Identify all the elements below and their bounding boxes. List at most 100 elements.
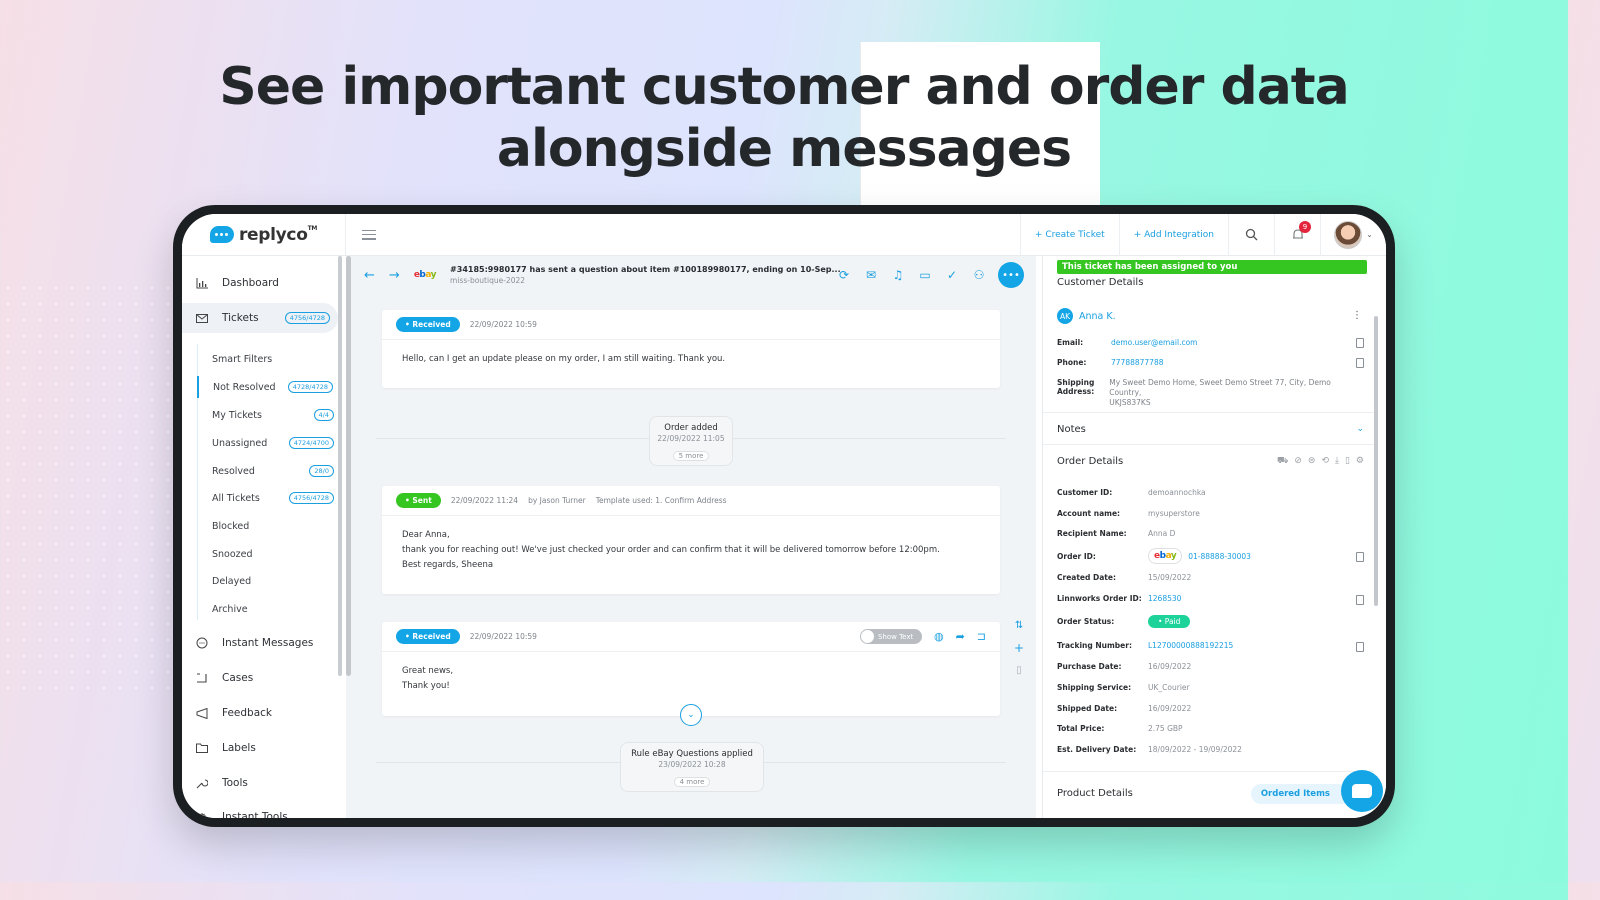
add-integration-button[interactable]: + Add Integration bbox=[1118, 214, 1228, 256]
show-text-toggle[interactable]: Show Text bbox=[859, 629, 922, 644]
logo-tm: TM bbox=[307, 224, 318, 232]
filter-label: All Tickets bbox=[212, 492, 260, 504]
refund-icon[interactable]: ⟲ bbox=[1321, 456, 1329, 467]
field-label: Shipped Date: bbox=[1057, 704, 1118, 713]
order-field: Order ID: ebay 01-88888-30003 bbox=[1057, 548, 1367, 564]
filter-label: Unassigned bbox=[212, 437, 268, 449]
tracking-number-link[interactable]: L12700000888192215 bbox=[1148, 641, 1233, 650]
cancel-order-icon[interactable]: ⊘ bbox=[1294, 456, 1302, 467]
filter-count-badge: 28/0 bbox=[309, 465, 334, 477]
note-icon[interactable]: ▯ bbox=[1016, 665, 1022, 676]
live-chat-button[interactable] bbox=[1341, 770, 1383, 812]
sidebar-item-instant-messages[interactable]: Instant Messages bbox=[182, 628, 338, 658]
sidebar-item-feedback[interactable]: Feedback bbox=[182, 698, 338, 728]
cart-icon[interactable]: ⛟ bbox=[1277, 456, 1288, 467]
delete-icon[interactable]: ▯ bbox=[1345, 456, 1350, 467]
order-field: Account name: mysuperstore bbox=[1057, 509, 1367, 518]
filter-count-badge: 4756/4728 bbox=[288, 492, 334, 504]
download-icon[interactable]: ⤓ bbox=[1335, 456, 1339, 467]
translate-globe-icon[interactable]: ◍ bbox=[934, 630, 944, 643]
sidebar-item-cases[interactable]: Cases bbox=[182, 663, 338, 693]
field-label: Shipping bbox=[1057, 378, 1095, 387]
sidebar-item-tickets[interactable]: Tickets 4756/4728 bbox=[182, 303, 338, 333]
filter-delayed[interactable]: Delayed bbox=[198, 570, 338, 592]
snooze-bell-icon[interactable]: ♫ bbox=[890, 267, 906, 283]
order-field: Tracking Number: L12700000888192215 bbox=[1057, 641, 1367, 650]
notes-title[interactable]: Notes bbox=[1057, 424, 1086, 435]
forward-icon[interactable]: ➦ bbox=[956, 630, 965, 643]
filter-label: Delayed bbox=[212, 575, 252, 587]
chat-icon[interactable]: ••• bbox=[998, 262, 1024, 288]
back-arrow-icon[interactable]: ← bbox=[364, 268, 375, 283]
event-more-button[interactable]: 5 more bbox=[672, 451, 710, 461]
order-id-link[interactable]: 01-88888-30003 bbox=[1188, 552, 1251, 561]
customer-name[interactable]: AK Anna K. bbox=[1057, 308, 1116, 324]
chevron-down-icon: ⌄ bbox=[1366, 230, 1373, 239]
linnworks-id-link[interactable]: 1268530 bbox=[1148, 594, 1181, 603]
filter-all-tickets[interactable]: All Tickets 4756/4728 bbox=[198, 487, 338, 509]
filter-resolved[interactable]: Resolved 28/0 bbox=[198, 460, 338, 482]
filter-smart-filters[interactable]: Smart Filters bbox=[198, 348, 338, 370]
menu-icon[interactable] bbox=[362, 229, 376, 240]
order-field: Est. Delivery Date: 18/09/2022 - 19/09/20… bbox=[1057, 745, 1367, 754]
archive-icon[interactable]: ▭ bbox=[917, 267, 933, 283]
copy-icon[interactable] bbox=[1356, 358, 1364, 368]
status-badge: • Sent bbox=[396, 493, 441, 508]
filter-not-resolved[interactable]: Not Resolved 4728/4728 bbox=[197, 376, 337, 398]
mail-icon[interactable]: ✉ bbox=[863, 267, 879, 283]
sidebar-item-label: Tools bbox=[222, 777, 248, 789]
event-more-button[interactable]: 4 more bbox=[673, 777, 711, 787]
order-field: Shipped Date: 16/09/2022 bbox=[1057, 704, 1367, 713]
product-details-title: Product Details bbox=[1057, 788, 1133, 799]
filter-snoozed[interactable]: Snoozed bbox=[198, 543, 338, 565]
customer-phone[interactable]: 77788877788 bbox=[1111, 358, 1164, 368]
search-button[interactable] bbox=[1228, 214, 1274, 256]
filter-my-tickets[interactable]: My Tickets 4/4 bbox=[198, 404, 338, 426]
chevron-down-icon[interactable]: ⌄ bbox=[1356, 424, 1364, 434]
panel-scrollbar[interactable] bbox=[1374, 316, 1378, 606]
field-value: UK_Courier bbox=[1148, 683, 1190, 692]
customer-email[interactable]: demo.user@email.com bbox=[1111, 338, 1197, 348]
filter-count-badge: 4724/4700 bbox=[288, 437, 334, 449]
logo[interactable]: replycoTM bbox=[182, 214, 346, 256]
conversation-scrollbar[interactable] bbox=[346, 256, 351, 676]
message-line: Dear Anna, bbox=[402, 530, 450, 540]
message-body: Great news, Thank you! bbox=[382, 652, 1000, 706]
settings-gear-icon[interactable]: ⚙ bbox=[1356, 456, 1364, 467]
event-order-added: Order added 22/09/2022 11:05 5 more bbox=[649, 416, 733, 466]
filter-unassigned[interactable]: Unassigned 4724/4700 bbox=[198, 432, 338, 454]
assign-user-icon[interactable]: ⚇ bbox=[971, 267, 987, 283]
message-line: thank you for reaching out! We've just c… bbox=[402, 545, 940, 555]
reply-icon[interactable]: ⊐ bbox=[977, 630, 986, 643]
copy-icon[interactable] bbox=[1356, 595, 1364, 605]
field-label: Shipping Service: bbox=[1057, 683, 1132, 692]
copy-icon[interactable] bbox=[1356, 642, 1364, 652]
event-time: 22/09/2022 11:05 bbox=[657, 434, 725, 443]
create-ticket-button[interactable]: + Create Ticket bbox=[1019, 214, 1119, 256]
forward-arrow-icon[interactable]: → bbox=[389, 268, 400, 283]
resolve-check-icon[interactable]: ✓ bbox=[944, 267, 960, 283]
sidebar-item-tools[interactable]: Tools bbox=[182, 768, 338, 798]
filter-label: Blocked bbox=[212, 520, 250, 532]
notifications-button[interactable]: 9 bbox=[1274, 214, 1320, 256]
sidebar-item-labels[interactable]: Labels bbox=[182, 733, 338, 763]
message-line: Thank you! bbox=[402, 681, 450, 691]
expand-chevron-icon[interactable]: ⌄ bbox=[680, 704, 702, 726]
sort-icon[interactable]: ⇅ bbox=[1015, 620, 1023, 631]
refresh-icon[interactable]: ⟳ bbox=[836, 267, 852, 283]
sidebar-item-instant-tools[interactable]: ⚙ Instant Tools bbox=[182, 802, 338, 819]
sidebar-scrollbar[interactable] bbox=[338, 256, 342, 676]
user-menu[interactable]: ⌄ bbox=[1320, 214, 1386, 256]
order-field: Purchase Date: 16/09/2022 bbox=[1057, 662, 1367, 671]
add-icon[interactable]: + bbox=[1014, 641, 1024, 655]
field-label: Linnworks Order ID: bbox=[1057, 594, 1142, 603]
filter-blocked[interactable]: Blocked bbox=[198, 515, 338, 537]
sidebar-item-label: Instant Messages bbox=[222, 637, 314, 649]
more-options-icon[interactable]: ⋮ bbox=[1352, 310, 1362, 321]
copy-icon[interactable] bbox=[1356, 552, 1364, 562]
copy-icon[interactable] bbox=[1356, 338, 1364, 348]
filter-archive[interactable]: Archive bbox=[198, 598, 338, 620]
exchange-icon[interactable]: ⊜ bbox=[1308, 456, 1316, 467]
sidebar-item-label: Tickets bbox=[222, 312, 259, 324]
sidebar-item-dashboard[interactable]: Dashboard bbox=[182, 268, 338, 298]
